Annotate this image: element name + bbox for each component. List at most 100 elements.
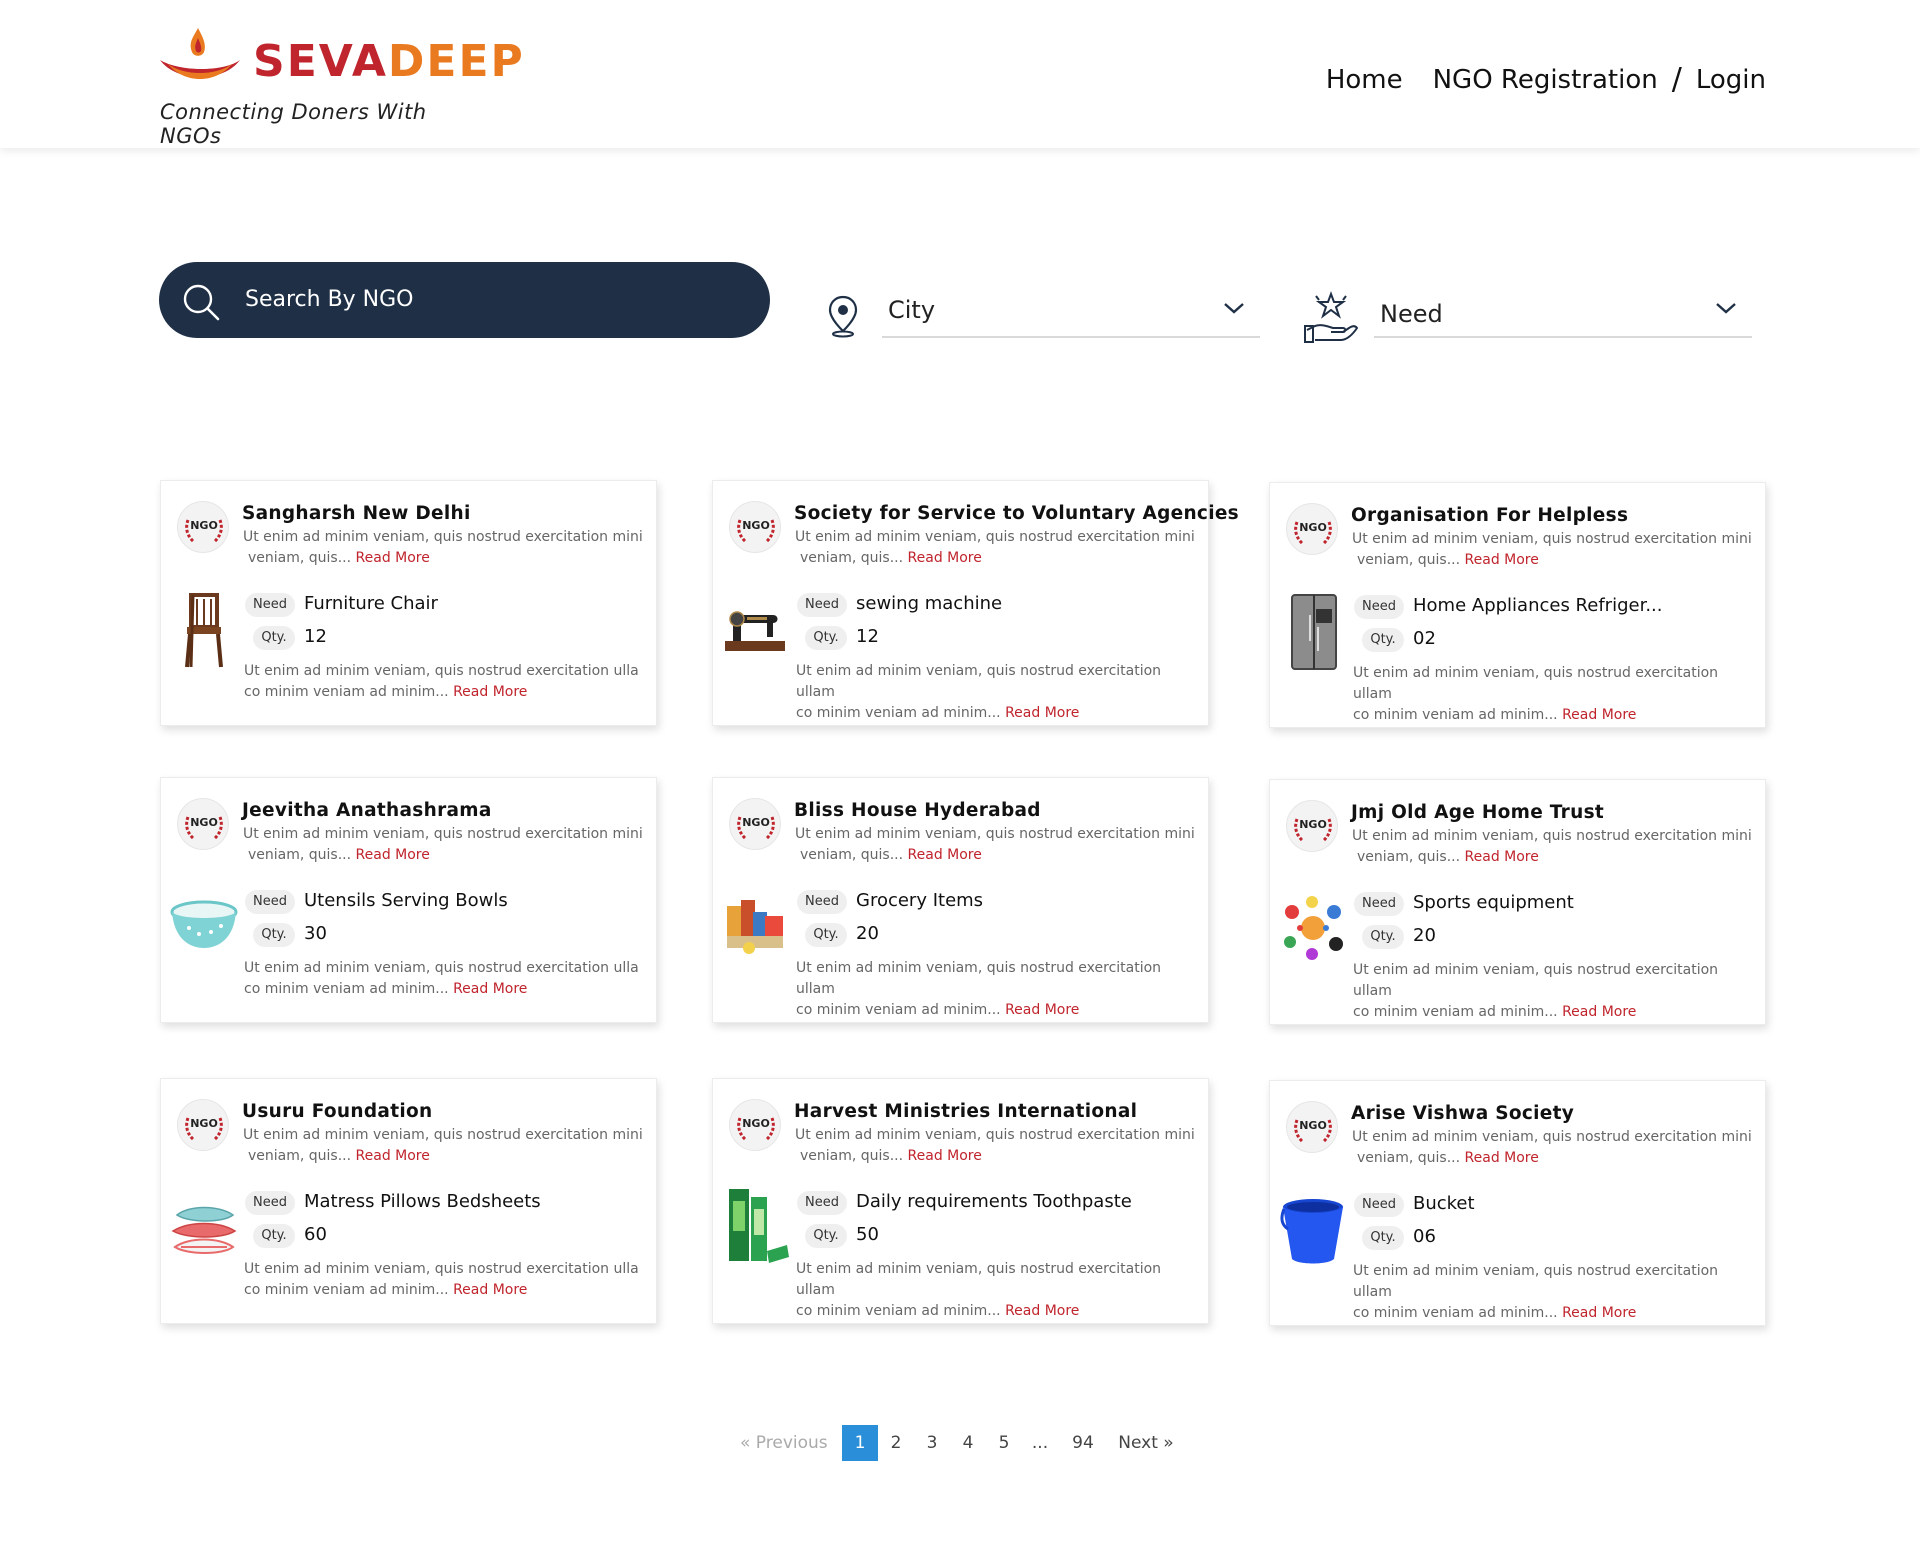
ngo-badge-label: NGO (190, 519, 218, 532)
nav-home-link[interactable]: Home (1326, 65, 1403, 95)
need-description: Ut enim ad minim veniam, quis nostrud ex… (1353, 665, 1719, 723)
read-more-link[interactable]: Read More (1465, 1150, 1539, 1166)
ngo-badge-label: NGO (190, 1117, 218, 1130)
ngo-badge-label: NGO (742, 816, 770, 829)
need-description: Ut enim ad minim veniam, quis nostrud ex… (244, 1261, 639, 1298)
ngo-name[interactable]: Harvest Ministries International (794, 1101, 1137, 1122)
ngo-badge-icon: NGO (1286, 1101, 1338, 1153)
ngo-card[interactable]: NGO Sangharsh New Delhi Ut enim ad minim v… (160, 480, 657, 726)
qty-tag: Qty. (805, 923, 847, 947)
ngo-description: Ut enim ad minim veniam, quis nostrud ex… (1352, 828, 1752, 865)
need-tag: Need (797, 890, 847, 914)
ngo-badge-label: NGO (742, 519, 770, 532)
ngo-card[interactable]: NGO Arise Vishwa Society Ut enim ad minim … (1269, 1080, 1766, 1326)
pillows-icon (169, 1187, 239, 1269)
need-tag: Need (797, 1191, 847, 1215)
read-more-link[interactable]: Read More (908, 1148, 982, 1164)
read-more-link[interactable]: Read More (1465, 849, 1539, 865)
page-button-4[interactable]: 4 (950, 1425, 986, 1461)
prev-page-button[interactable]: « Previous (736, 1425, 842, 1461)
ngo-card[interactable]: NGO Jeevitha Anathashrama Ut enim ad minim… (160, 777, 657, 1023)
page-button-3[interactable]: 3 (914, 1425, 950, 1461)
page-button-1[interactable]: 1 (842, 1425, 878, 1461)
diya-lamp-icon (160, 28, 240, 79)
ngo-description: Ut enim ad minim veniam, quis nostrud ex… (1352, 531, 1752, 568)
ngo-badge-icon: NGO (729, 1099, 781, 1151)
need-tag: Need (245, 1191, 295, 1215)
toothpaste-icon (721, 1187, 791, 1269)
next-page-button[interactable]: Next » (1108, 1425, 1184, 1461)
bucket-icon (1278, 1189, 1348, 1271)
need-dropdown[interactable]: Need (1374, 288, 1752, 338)
read-more-link[interactable]: Read More (1005, 1303, 1079, 1319)
bowl-icon (169, 886, 239, 968)
read-more-link[interactable]: Read More (453, 981, 527, 997)
ngo-card[interactable]: NGO Usuru Foundation Ut enim ad minim veni… (160, 1078, 657, 1324)
qty-tag: Qty. (253, 626, 295, 650)
qty-tag: Qty. (1362, 925, 1404, 949)
brand-logo[interactable]: SEVADEEP Connecting Doners With NGOs (158, 24, 523, 148)
nav-login-link[interactable]: Login (1696, 65, 1766, 95)
read-more-link[interactable]: Read More (1562, 707, 1636, 723)
qty-value: 12 (304, 626, 327, 647)
ngo-card[interactable]: NGO Jmj Old Age Home Trust Ut enim ad mini… (1269, 779, 1766, 1025)
ngo-card[interactable]: NGO Harvest Ministries International Ut en… (712, 1078, 1209, 1324)
need-tag: Need (1354, 892, 1404, 916)
brand-tagline: Connecting Doners With NGOs (160, 100, 427, 148)
need-description: Ut enim ad minim veniam, quis nostrud ex… (1353, 1263, 1719, 1321)
qty-tag: Qty. (805, 1224, 847, 1248)
qty-tag: Qty. (1362, 1226, 1404, 1250)
ngo-badge-icon: NGO (729, 798, 781, 850)
need-description: Ut enim ad minim veniam, quis nostrud ex… (796, 1261, 1162, 1319)
read-more-link[interactable]: Read More (356, 550, 430, 566)
need-tag: Need (1354, 1193, 1404, 1217)
ngo-name[interactable]: Society for Service to Voluntary Agencie… (794, 503, 1239, 524)
ngo-search-bar[interactable]: Search By NGO (159, 262, 770, 338)
page-button-5[interactable]: 5 (986, 1425, 1022, 1461)
ngo-badge-icon: NGO (177, 1099, 229, 1151)
ngo-description: Ut enim ad minim veniam, quis nostrud ex… (795, 826, 1195, 863)
ngo-card[interactable]: NGO Bliss House Hyderabad Ut enim ad minim… (712, 777, 1209, 1023)
need-value: Daily requirements Toothpaste (856, 1191, 1132, 1212)
ngo-name[interactable]: Jeevitha Anathashrama (242, 800, 492, 821)
need-value: sewing machine (856, 593, 1003, 614)
ngo-name[interactable]: Bliss House Hyderabad (794, 800, 1041, 821)
read-more-link[interactable]: Read More (1562, 1305, 1636, 1321)
location-pin-icon (828, 295, 858, 338)
ngo-badge-icon: NGO (1286, 800, 1338, 852)
read-more-link[interactable]: Read More (356, 1148, 430, 1164)
nav-register-link[interactable]: NGO Registration (1433, 65, 1658, 95)
nav-separator: / (1671, 62, 1682, 97)
ngo-name[interactable]: Sangharsh New Delhi (242, 503, 471, 524)
read-more-link[interactable]: Read More (356, 847, 430, 863)
ngo-name[interactable]: Arise Vishwa Society (1351, 1103, 1574, 1124)
qty-value: 30 (304, 923, 327, 944)
sports-icon (1278, 888, 1348, 970)
read-more-link[interactable]: Read More (908, 847, 982, 863)
search-input[interactable]: Search By NGO (245, 287, 414, 312)
need-value: Furniture Chair (304, 593, 438, 614)
ngo-badge-label: NGO (1299, 521, 1327, 534)
read-more-link[interactable]: Read More (1465, 552, 1539, 568)
need-value: Bucket (1413, 1193, 1475, 1214)
ngo-description: Ut enim ad minim veniam, quis nostrud ex… (795, 529, 1195, 566)
ngo-name[interactable]: Usuru Foundation (242, 1101, 432, 1122)
page-button-2[interactable]: 2 (878, 1425, 914, 1461)
read-more-link[interactable]: Read More (1005, 1002, 1079, 1018)
read-more-link[interactable]: Read More (453, 684, 527, 700)
city-dropdown[interactable]: City (882, 288, 1260, 338)
page-button-last[interactable]: 94 (1058, 1425, 1108, 1461)
read-more-link[interactable]: Read More (453, 1282, 527, 1298)
ngo-name[interactable]: Jmj Old Age Home Trust (1351, 802, 1604, 823)
read-more-link[interactable]: Read More (908, 550, 982, 566)
ngo-card[interactable]: NGO Society for Service to Voluntary Agen… (712, 480, 1239, 726)
read-more-link[interactable]: Read More (1562, 1004, 1636, 1020)
ngo-name[interactable]: Organisation For Helpless (1351, 505, 1628, 526)
need-description: Ut enim ad minim veniam, quis nostrud ex… (796, 960, 1162, 1018)
need-value: Home Appliances Refriger... (1413, 595, 1663, 616)
ngo-card[interactable]: NGO Organisation For Helpless Ut enim ad m… (1269, 482, 1766, 728)
ngo-description: Ut enim ad minim veniam, quis nostrud ex… (243, 1127, 643, 1164)
chevron-down-icon (1224, 303, 1244, 314)
sewing-machine-icon (721, 589, 791, 671)
read-more-link[interactable]: Read More (1005, 705, 1079, 721)
